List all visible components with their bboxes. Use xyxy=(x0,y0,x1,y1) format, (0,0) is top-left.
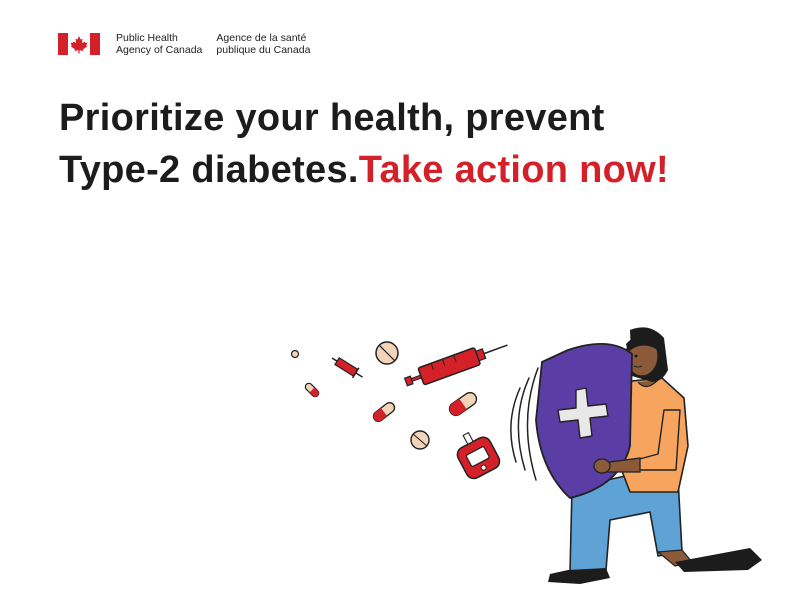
agency-name-french-line1: Agence de la santé xyxy=(216,32,307,44)
glucose-meter-icon xyxy=(456,431,501,480)
motion-lines xyxy=(510,367,539,481)
agency-name-french-line2: publique du Canada xyxy=(216,44,311,56)
tablet-icon xyxy=(375,341,399,365)
pill-icon xyxy=(304,382,320,398)
illustration-woman-shield xyxy=(290,327,762,584)
canada-flag-icon xyxy=(58,33,100,55)
pill-icon xyxy=(448,391,478,417)
pill-icon xyxy=(372,401,396,423)
headline: Prioritize your health, prevent Type-2 d… xyxy=(59,92,669,196)
agency-name-english: Public Health Agency of Canada xyxy=(116,32,202,56)
headline-line2-start: Type-2 diabetes. xyxy=(59,149,359,191)
headline-line1: Prioritize your health, prevent xyxy=(59,97,605,139)
tablet-icon xyxy=(290,349,300,359)
syringe-icon xyxy=(403,344,508,387)
shield-icon xyxy=(535,342,633,499)
agency-name-english-line1: Public Health xyxy=(116,32,178,44)
headline-call-to-action: Take action now! xyxy=(358,149,669,191)
header-branding: Public Health Agency of Canada Agence de… xyxy=(58,32,310,56)
agency-name-french: Agence de la santé publique du Canada xyxy=(216,32,310,56)
tablet-icon xyxy=(410,430,430,450)
agency-name-english-line2: Agency of Canada xyxy=(116,44,203,56)
syringe-icon xyxy=(331,356,363,379)
